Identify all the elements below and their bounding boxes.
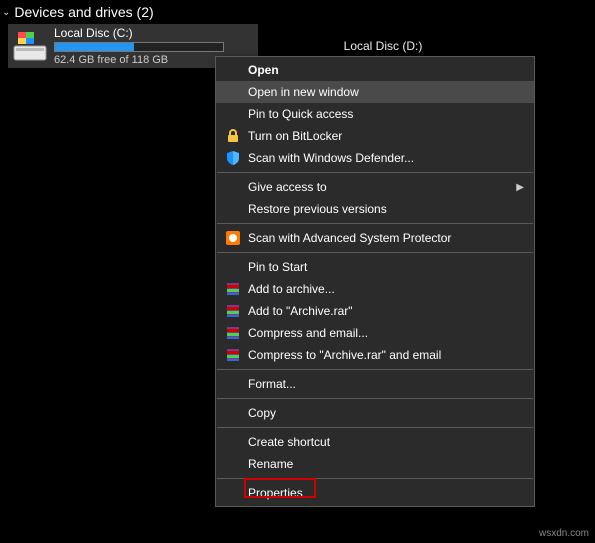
rar-icon — [222, 280, 244, 298]
menu-properties[interactable]: Properties — [216, 482, 534, 504]
menu-rename[interactable]: Rename — [216, 453, 534, 475]
separator — [217, 478, 533, 479]
menu-open-new-window[interactable]: Open in new window — [216, 81, 534, 103]
drive-icon — [12, 26, 48, 66]
menu-bitlocker[interactable]: Turn on BitLocker — [216, 125, 534, 147]
separator — [217, 252, 533, 253]
menu-add-to-archive[interactable]: Add to archive... — [216, 278, 534, 300]
separator — [217, 369, 533, 370]
rar-icon — [222, 346, 244, 364]
chevron-down-icon: ⌄ — [2, 7, 10, 18]
asp-icon — [222, 229, 244, 247]
menu-pin-quick-access[interactable]: Pin to Quick access — [216, 103, 534, 125]
menu-restore-previous-versions[interactable]: Restore previous versions — [216, 198, 534, 220]
menu-copy[interactable]: Copy — [216, 402, 534, 424]
drive-label: Local Disc (C:) — [54, 26, 254, 40]
menu-pin-to-start[interactable]: Pin to Start — [216, 256, 534, 278]
drive-label: Local Disc (D:) — [344, 39, 423, 53]
watermark: wsxdn.com — [539, 528, 589, 539]
rar-icon — [222, 324, 244, 342]
menu-create-shortcut[interactable]: Create shortcut — [216, 431, 534, 453]
rar-icon — [222, 302, 244, 320]
menu-compress-rar-and-email[interactable]: Compress to "Archive.rar" and email — [216, 344, 534, 366]
chevron-right-icon: ▶ — [516, 182, 524, 193]
menu-add-to-archive-rar[interactable]: Add to "Archive.rar" — [216, 300, 534, 322]
menu-advanced-system-protector[interactable]: Scan with Advanced System Protector — [216, 227, 534, 249]
separator — [217, 172, 533, 173]
section-title: Devices and drives (2) — [14, 4, 153, 20]
context-menu: Open Open in new window Pin to Quick acc… — [215, 56, 535, 507]
separator — [217, 427, 533, 428]
usage-bar — [54, 42, 224, 52]
menu-compress-and-email[interactable]: Compress and email... — [216, 322, 534, 344]
menu-format[interactable]: Format... — [216, 373, 534, 395]
menu-windows-defender[interactable]: Scan with Windows Defender... — [216, 147, 534, 169]
menu-open[interactable]: Open — [216, 59, 534, 81]
usage-fill — [55, 43, 134, 51]
menu-give-access-to[interactable]: Give access to ▶ — [216, 176, 534, 198]
separator — [217, 398, 533, 399]
separator — [217, 223, 533, 224]
shield-icon — [222, 149, 244, 167]
bitlocker-icon — [222, 127, 244, 145]
devices-and-drives-header[interactable]: ⌄ Devices and drives (2) — [0, 0, 595, 24]
